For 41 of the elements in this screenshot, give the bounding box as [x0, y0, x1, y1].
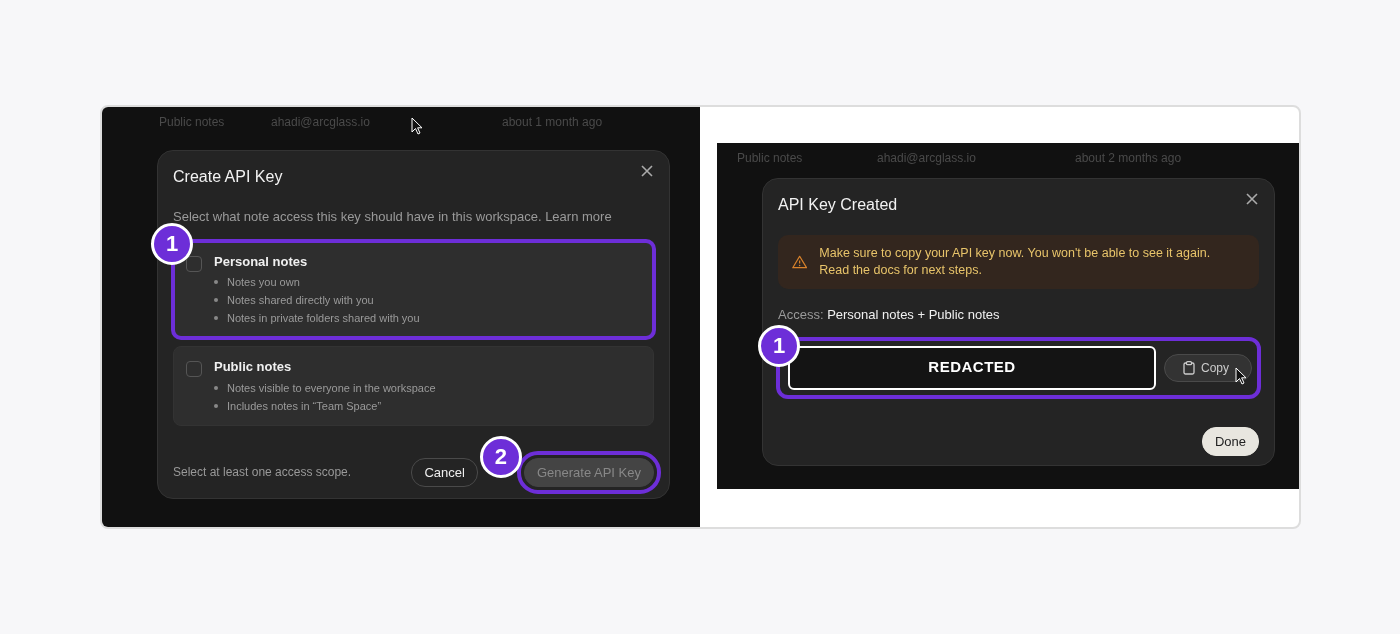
- mouse-cursor-icon: [411, 117, 423, 135]
- background-table-cell: ahadi@arcglass.io: [877, 151, 976, 165]
- step-number-badge: 1: [758, 324, 800, 367]
- copy-button[interactable]: Copy: [1164, 353, 1252, 382]
- access-label: Access:: [778, 307, 824, 322]
- mouse-cursor-icon: [1235, 366, 1247, 385]
- cancel-button[interactable]: Cancel: [411, 457, 478, 487]
- api-key-field: REDACTED: [788, 345, 1156, 390]
- scope-detail: Notes you own: [227, 275, 300, 290]
- bullet-icon: [214, 280, 218, 284]
- dialog-title: Create API Key: [173, 167, 283, 187]
- scope-detail: Notes shared directly with you: [227, 293, 374, 308]
- close-icon: [641, 165, 653, 177]
- access-value: Personal notes + Public notes: [827, 307, 1000, 322]
- bullet-icon: [214, 385, 218, 390]
- dialog-title: API Key Created: [778, 195, 898, 215]
- close-icon: [1246, 193, 1258, 205]
- bullet-icon: [214, 316, 218, 320]
- scope-label: Public notes: [214, 358, 293, 376]
- done-button[interactable]: Done: [1201, 426, 1259, 456]
- hint-text: Select at least one access scope.: [173, 464, 352, 482]
- bullet-icon: [214, 403, 218, 408]
- learn-more-link[interactable]: Learn more: [545, 209, 612, 224]
- warning-message: Make sure to copy your API key now. You won't be able to see it again. Read the docs for next steps.: [819, 245, 1212, 279]
- close-button[interactable]: [639, 163, 655, 179]
- step-number-badge: 1: [151, 222, 193, 265]
- close-button[interactable]: [1244, 191, 1260, 207]
- warning-icon: [792, 253, 808, 271]
- scope-detail: Notes in private folders shared with you: [227, 311, 420, 326]
- scope-detail: Includes notes in “Team Space”: [227, 398, 382, 414]
- scope-label: Personal notes: [214, 252, 309, 271]
- bullet-icon: [214, 298, 218, 302]
- read-docs-link[interactable]: Read the docs: [819, 263, 900, 277]
- background-table-cell: Public notes: [159, 115, 225, 129]
- scope-option-card[interactable]: Public notes Notes visible to everyone in the workspace Includes notes in “Team Space”: [173, 346, 654, 426]
- background-table-cell: Public notes: [737, 151, 803, 165]
- checkbox[interactable]: [186, 361, 202, 377]
- clipboard-icon: [1183, 360, 1195, 375]
- scope-detail: Notes visible to everyone in the workspace: [227, 380, 436, 396]
- step-number-badge: 2: [479, 435, 522, 478]
- background-table-cell: ahadi@arcglass.io: [271, 115, 370, 129]
